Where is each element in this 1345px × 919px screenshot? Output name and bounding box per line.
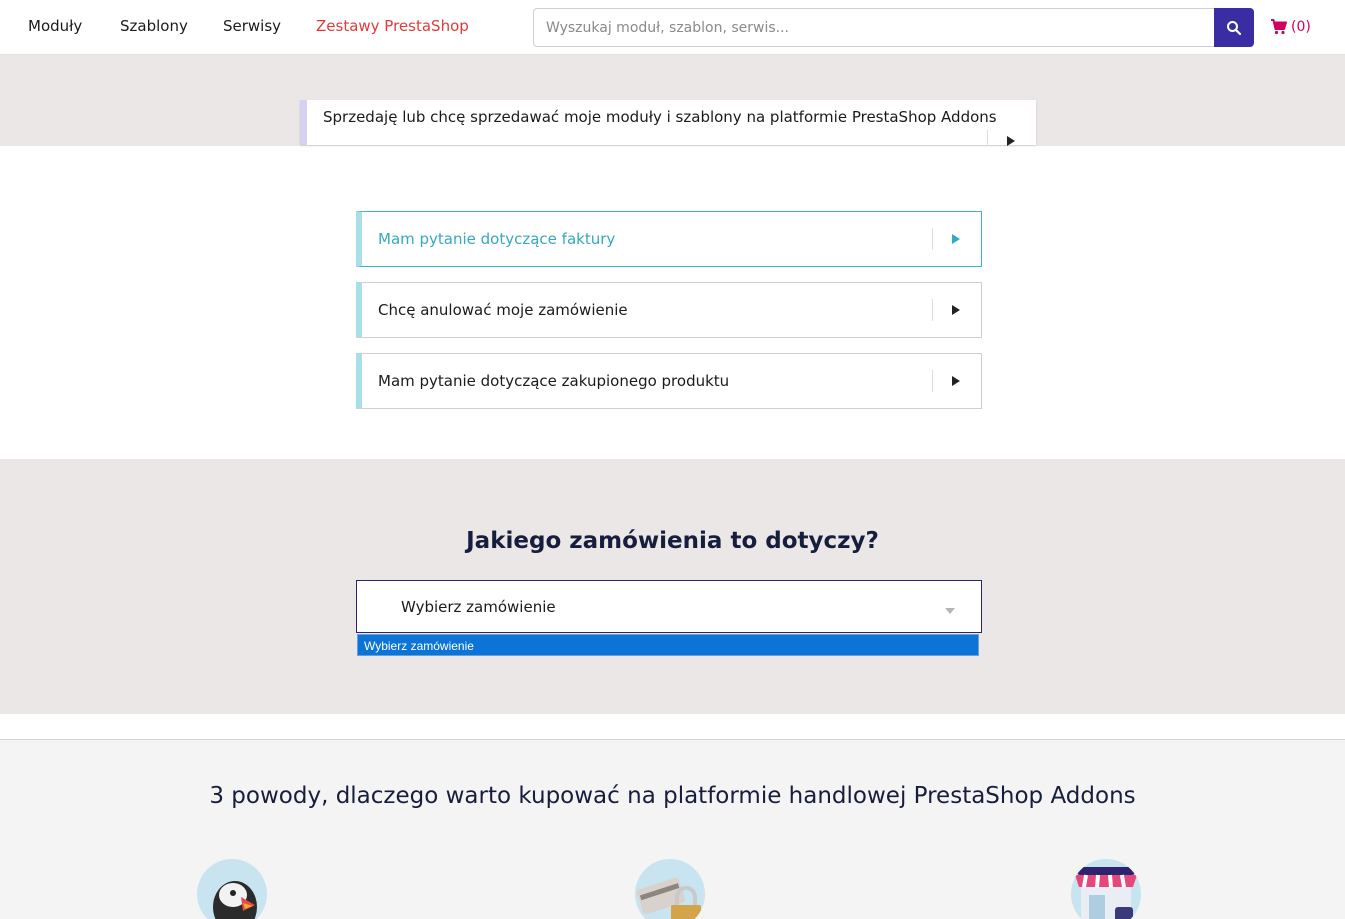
divider [987, 130, 988, 145]
divider [932, 370, 933, 392]
question-label: Mam pytanie dotyczące faktury [378, 230, 616, 248]
order-select[interactable]: Wybierz zamówienie [356, 580, 982, 633]
play-arrow-icon [952, 305, 960, 315]
question-cancel-order[interactable]: Chcę anulować moje zamówienie [356, 282, 982, 338]
caret-down-icon [945, 608, 955, 614]
question-label: Mam pytanie dotyczące zakupionego produk… [378, 372, 730, 390]
cart-button[interactable]: (0) [1270, 19, 1311, 35]
cart-icon [1271, 19, 1287, 35]
order-dropdown-option[interactable]: Wybierz zamówienie [357, 634, 979, 656]
order-select-value: Wybierz zamówienie [401, 598, 556, 616]
top-band: Sprzedaję lub chcę sprzedawać moje moduł… [0, 55, 1345, 146]
site-header: Moduły Szablony Serwisy Zestawy PrestaSh… [0, 0, 1345, 55]
search-icon [1227, 20, 1242, 35]
divider [932, 228, 933, 250]
nav-modules[interactable]: Moduły [28, 17, 82, 35]
play-arrow-icon [1007, 136, 1015, 146]
question-purchased-product[interactable]: Mam pytanie dotyczące zakupionego produk… [356, 353, 982, 409]
question-label: Chcę anulować moje zamówienie [378, 301, 628, 319]
seller-question-card[interactable]: Sprzedaję lub chcę sprzedawać moje moduł… [300, 100, 1036, 146]
nav-templates[interactable]: Szablony [120, 17, 188, 35]
nav-prestashop-packs[interactable]: Zestawy PrestaShop [316, 17, 469, 35]
play-arrow-icon [952, 376, 960, 386]
play-arrow-icon [952, 234, 960, 244]
question-invoice[interactable]: Mam pytanie dotyczące faktury [356, 211, 982, 267]
search-button[interactable] [1214, 8, 1254, 47]
order-section-title: Jakiego zamówienia to dotyczy? [466, 528, 879, 554]
seller-question-label: Sprzedaję lub chcę sprzedawać moje moduł… [323, 108, 997, 126]
cart-count: (0) [1291, 19, 1311, 35]
reasons-title: 3 powody, dlaczego warto kupować na plat… [209, 783, 1136, 809]
nav-services[interactable]: Serwisy [223, 17, 281, 35]
search-input[interactable] [533, 8, 1215, 47]
divider [932, 299, 933, 321]
